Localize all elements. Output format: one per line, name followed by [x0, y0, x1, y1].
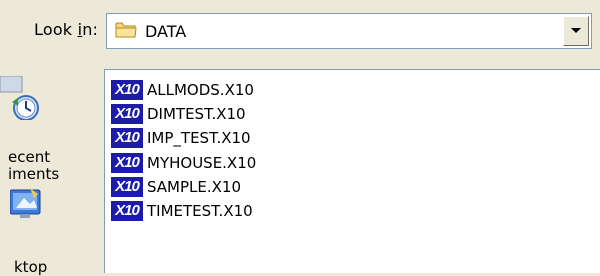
list-item[interactable]: X10 DIMTEST.X10 [111, 103, 246, 125]
chevron-down-icon [571, 28, 581, 33]
desktop-label: ktop [14, 258, 48, 276]
look-in-value: DATA [145, 22, 187, 41]
look-in-label: Look in: [34, 20, 99, 39]
x10-file-icon: X10 [111, 201, 143, 221]
file-name: TIMETEST.X10 [147, 202, 253, 220]
list-item[interactable]: X10 MYHOUSE.X10 [111, 152, 256, 174]
file-list[interactable]: X10 ALLMODS.X10 X10 DIMTEST.X10 X10 IMP_… [104, 69, 600, 273]
list-item[interactable]: X10 TIMETEST.X10 [111, 200, 253, 222]
places-bar: ecent iments ktop [0, 60, 100, 276]
x10-file-icon: X10 [111, 104, 143, 124]
dropdown-button[interactable] [563, 16, 589, 46]
file-name: IMP_TEST.X10 [147, 129, 251, 147]
file-name: MYHOUSE.X10 [147, 154, 257, 172]
x10-file-icon: X10 [111, 80, 143, 100]
file-name: SAMPLE.X10 [147, 178, 242, 196]
file-name: ALLMODS.X10 [147, 81, 254, 99]
folder-icon [115, 21, 137, 39]
list-item[interactable]: X10 IMP_TEST.X10 [111, 127, 251, 149]
look-in-dropdown[interactable]: DATA [106, 13, 592, 49]
x10-file-icon: X10 [111, 153, 143, 173]
desktop-icon[interactable] [9, 188, 44, 228]
recent-documents-label-line1: ecent [8, 148, 51, 166]
list-item[interactable]: X10 SAMPLE.X10 [111, 176, 241, 198]
list-item[interactable]: X10 ALLMODS.X10 [111, 79, 254, 101]
file-name: DIMTEST.X10 [147, 105, 246, 123]
x10-file-icon: X10 [111, 128, 143, 148]
recent-documents-icon[interactable] [0, 75, 40, 124]
recent-documents-label-line2: iments [8, 165, 60, 183]
x10-file-icon: X10 [111, 177, 143, 197]
